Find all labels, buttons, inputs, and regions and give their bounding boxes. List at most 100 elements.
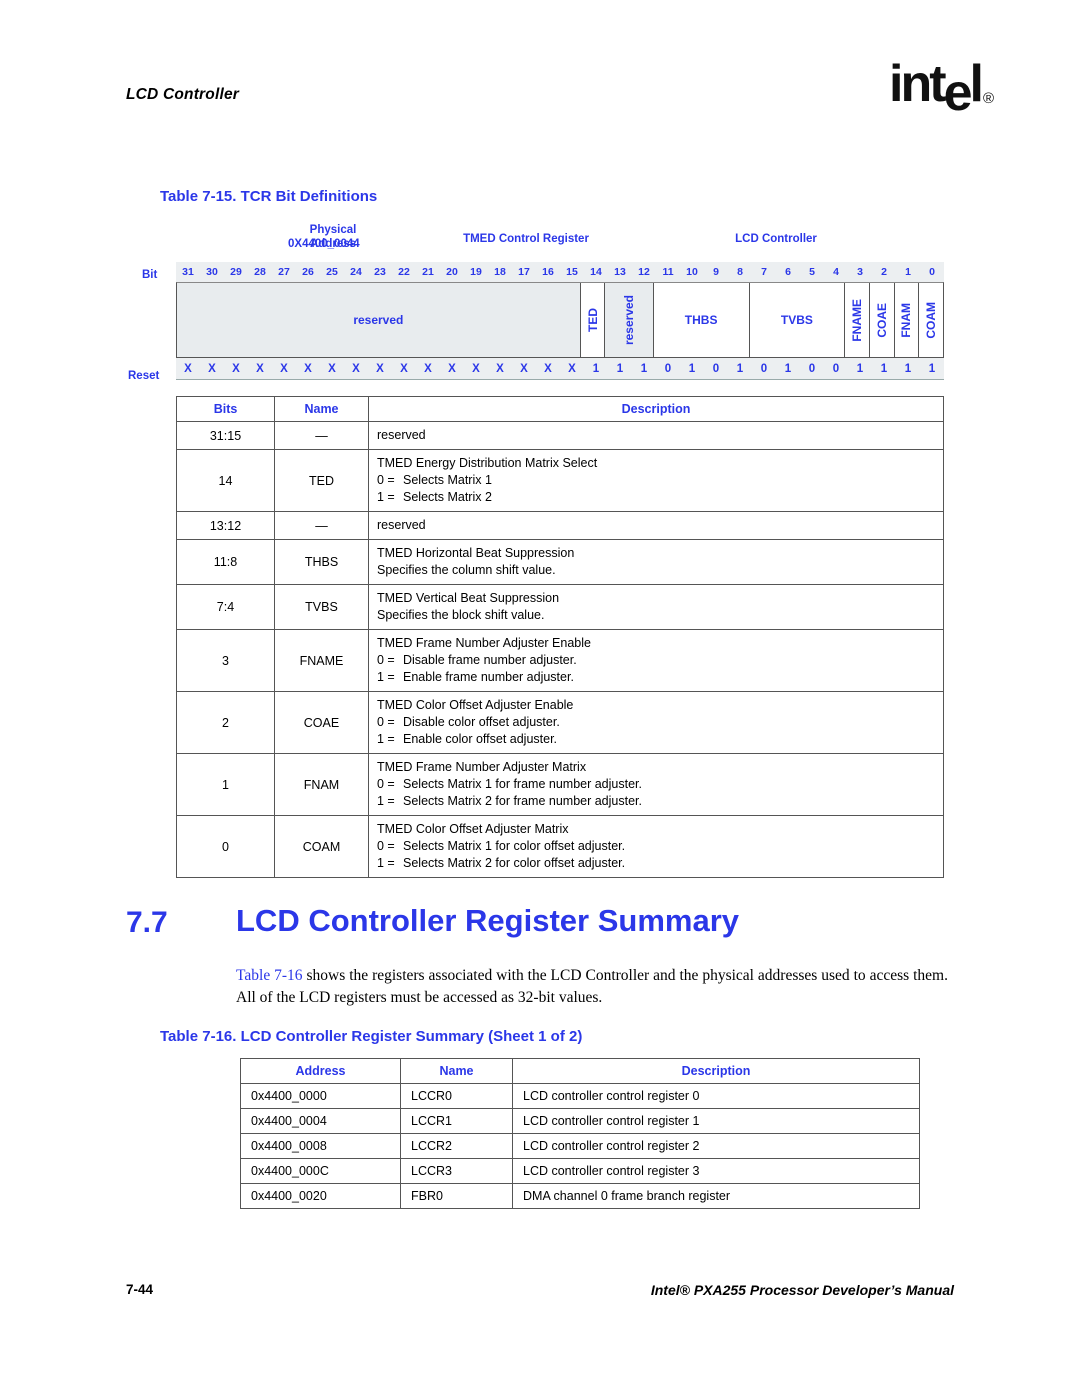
bit-field-label: TED [585, 308, 600, 332]
cell-description: TMED Frame Number Adjuster Enable 0 = Disa… [368, 629, 944, 692]
register-summary-table: Address Name Description 0x4400_0000 LCCR… [240, 1058, 920, 1209]
description-title: TMED Color Offset Adjuster Matrix [377, 822, 569, 836]
reset-value: 1 [592, 362, 600, 375]
section-title: LCD Controller Register Summary [236, 903, 739, 938]
table-header-row: Address Name Description [240, 1058, 920, 1084]
cell-name: LCCR2 [400, 1133, 513, 1159]
bit-number: 18 [494, 266, 506, 278]
bit-number: 20 [446, 266, 458, 278]
cell-description: LCD controller control register 0 [512, 1083, 920, 1109]
table-cross-reference-link[interactable]: Table 7-16 [236, 967, 303, 984]
reset-value: 0 [712, 362, 720, 375]
cell-description: TMED Energy Distribution Matrix Select 0 … [368, 449, 944, 512]
registered-mark-icon: ® [982, 90, 994, 107]
column-header-bits: Bits [176, 396, 275, 422]
paragraph-text: shows the registers associated with the … [236, 967, 948, 1006]
cell-bits: 31:15 [176, 421, 275, 450]
cell-bits: 2 [176, 691, 275, 754]
description-option: 0 = Disable frame number adjuster. [377, 653, 577, 667]
bit-number: 30 [206, 266, 218, 278]
unit-name-label: LCD Controller [735, 233, 817, 245]
description-option: 0 = Selects Matrix 1 for frame number adj… [377, 777, 642, 791]
bit-number: 23 [374, 266, 386, 278]
bit-number: 28 [254, 266, 266, 278]
reset-value: X [376, 362, 384, 375]
bit-field-label: FNAME [850, 298, 865, 342]
description-option: 1 = Selects Matrix 2 for frame number adj… [377, 794, 642, 808]
description-title: reserved [377, 428, 426, 442]
physical-address-label: Physical Address 0X4400_0044 [198, 223, 378, 250]
reset-value: X [184, 362, 192, 375]
cell-description: LCD controller control register 1 [512, 1108, 920, 1134]
reset-value: 0 [664, 362, 672, 375]
cell-bits: 3 [176, 629, 275, 692]
bit-row-label: Bit [142, 269, 158, 281]
reset-value-row: X X X X X X X X X X X X X X X X X 1 1 1 0 1 0 1 0 1 0 0 1 1 1 1 [176, 358, 944, 380]
table-row: 31:15— reserved [176, 421, 944, 450]
table-row: 0 COAM TMED Color Offset Adjuster Matrix 0 … [176, 815, 944, 878]
cell-description: reserved [368, 421, 944, 450]
reset-value: X [424, 362, 432, 375]
reset-value: 1 [904, 362, 912, 375]
cell-description: reserved [368, 511, 944, 540]
description-option: 0 = Selects Matrix 1 for color offset adj… [377, 839, 626, 853]
reset-value: X [448, 362, 456, 375]
bit-field-row: reserved TED reserved THBS TVBS FNAME COAE FNAM… [176, 282, 944, 358]
logo-text-e: e [943, 64, 973, 122]
table-row: 1 FNAM TMED Frame Number Adjuster Matrix 0 … [176, 753, 944, 816]
table-row: 13:12— reserved [176, 511, 944, 540]
cell-name: FBR0 [400, 1183, 513, 1209]
column-header-address: Address [240, 1058, 401, 1084]
reset-value: 1 [688, 362, 696, 375]
cell-name: LCCR0 [400, 1083, 513, 1109]
reset-value: X [352, 362, 360, 375]
cell-name: LCCR3 [400, 1158, 513, 1184]
bit-number: 4 [833, 266, 839, 278]
bit-field-fnam: FNAM [894, 283, 920, 357]
footer-page-number: 7-44 [126, 1282, 154, 1297]
reset-value: 1 [928, 362, 936, 375]
reset-value: 0 [832, 362, 840, 375]
description-option: 1 = Enable frame number adjuster. [377, 670, 574, 684]
reset-value: 0 [760, 362, 768, 375]
reset-value: X [304, 362, 312, 375]
description-option: 1 = Selects Matrix 2 [377, 490, 492, 504]
cell-bits: 7:4 [176, 584, 275, 630]
cell-address: 0x4400_000C [240, 1158, 401, 1184]
table-row: 0x4400_0008 LCCR2 LCD controller control r… [240, 1133, 920, 1159]
cell-bits: 1 [176, 753, 275, 816]
reset-value: X [400, 362, 408, 375]
reset-value: X [472, 362, 480, 375]
bit-number: 6 [785, 266, 791, 278]
description-option: 0 = Selects Matrix 1 [377, 473, 492, 487]
bit-number: 14 [590, 266, 602, 278]
column-header-name: Name [400, 1058, 513, 1084]
cell-description: TMED Color Offset Adjuster Enable 0 = Disa… [368, 691, 944, 754]
bit-number: 16 [542, 266, 554, 278]
cell-bits: 11:8 [176, 539, 275, 585]
description-option: 1 = Selects Matrix 2 for color offset adj… [377, 856, 626, 870]
bit-number: 7 [761, 266, 767, 278]
cell-name: COAM [274, 815, 369, 878]
bit-number: 24 [350, 266, 362, 278]
reset-value: 0 [808, 362, 816, 375]
bit-number: 15 [566, 266, 578, 278]
bit-number: 12 [638, 266, 650, 278]
cell-name: TED [274, 449, 369, 512]
register-name-label: TMED Control Register [463, 233, 589, 245]
tcr-bit-definition-table: Bits Name Description 31:15— reserved 14 TE… [176, 396, 944, 878]
bit-number: 22 [398, 266, 410, 278]
cell-name: — [274, 421, 369, 450]
bit-number: 11 [662, 266, 674, 278]
description-option: Specifies the block shift value. [377, 608, 545, 622]
reset-value: X [328, 362, 336, 375]
cell-name: LCCR1 [400, 1108, 513, 1134]
section-number: 7.7 [126, 906, 168, 939]
bit-number: 19 [470, 266, 482, 278]
bit-number: 0 [929, 266, 935, 278]
cell-name: FNAME [274, 629, 369, 692]
description-title: TMED Frame Number Adjuster Enable [377, 636, 591, 650]
description-title: reserved [377, 518, 426, 532]
cell-address: 0x4400_0020 [240, 1183, 401, 1209]
reset-value: 1 [880, 362, 888, 375]
